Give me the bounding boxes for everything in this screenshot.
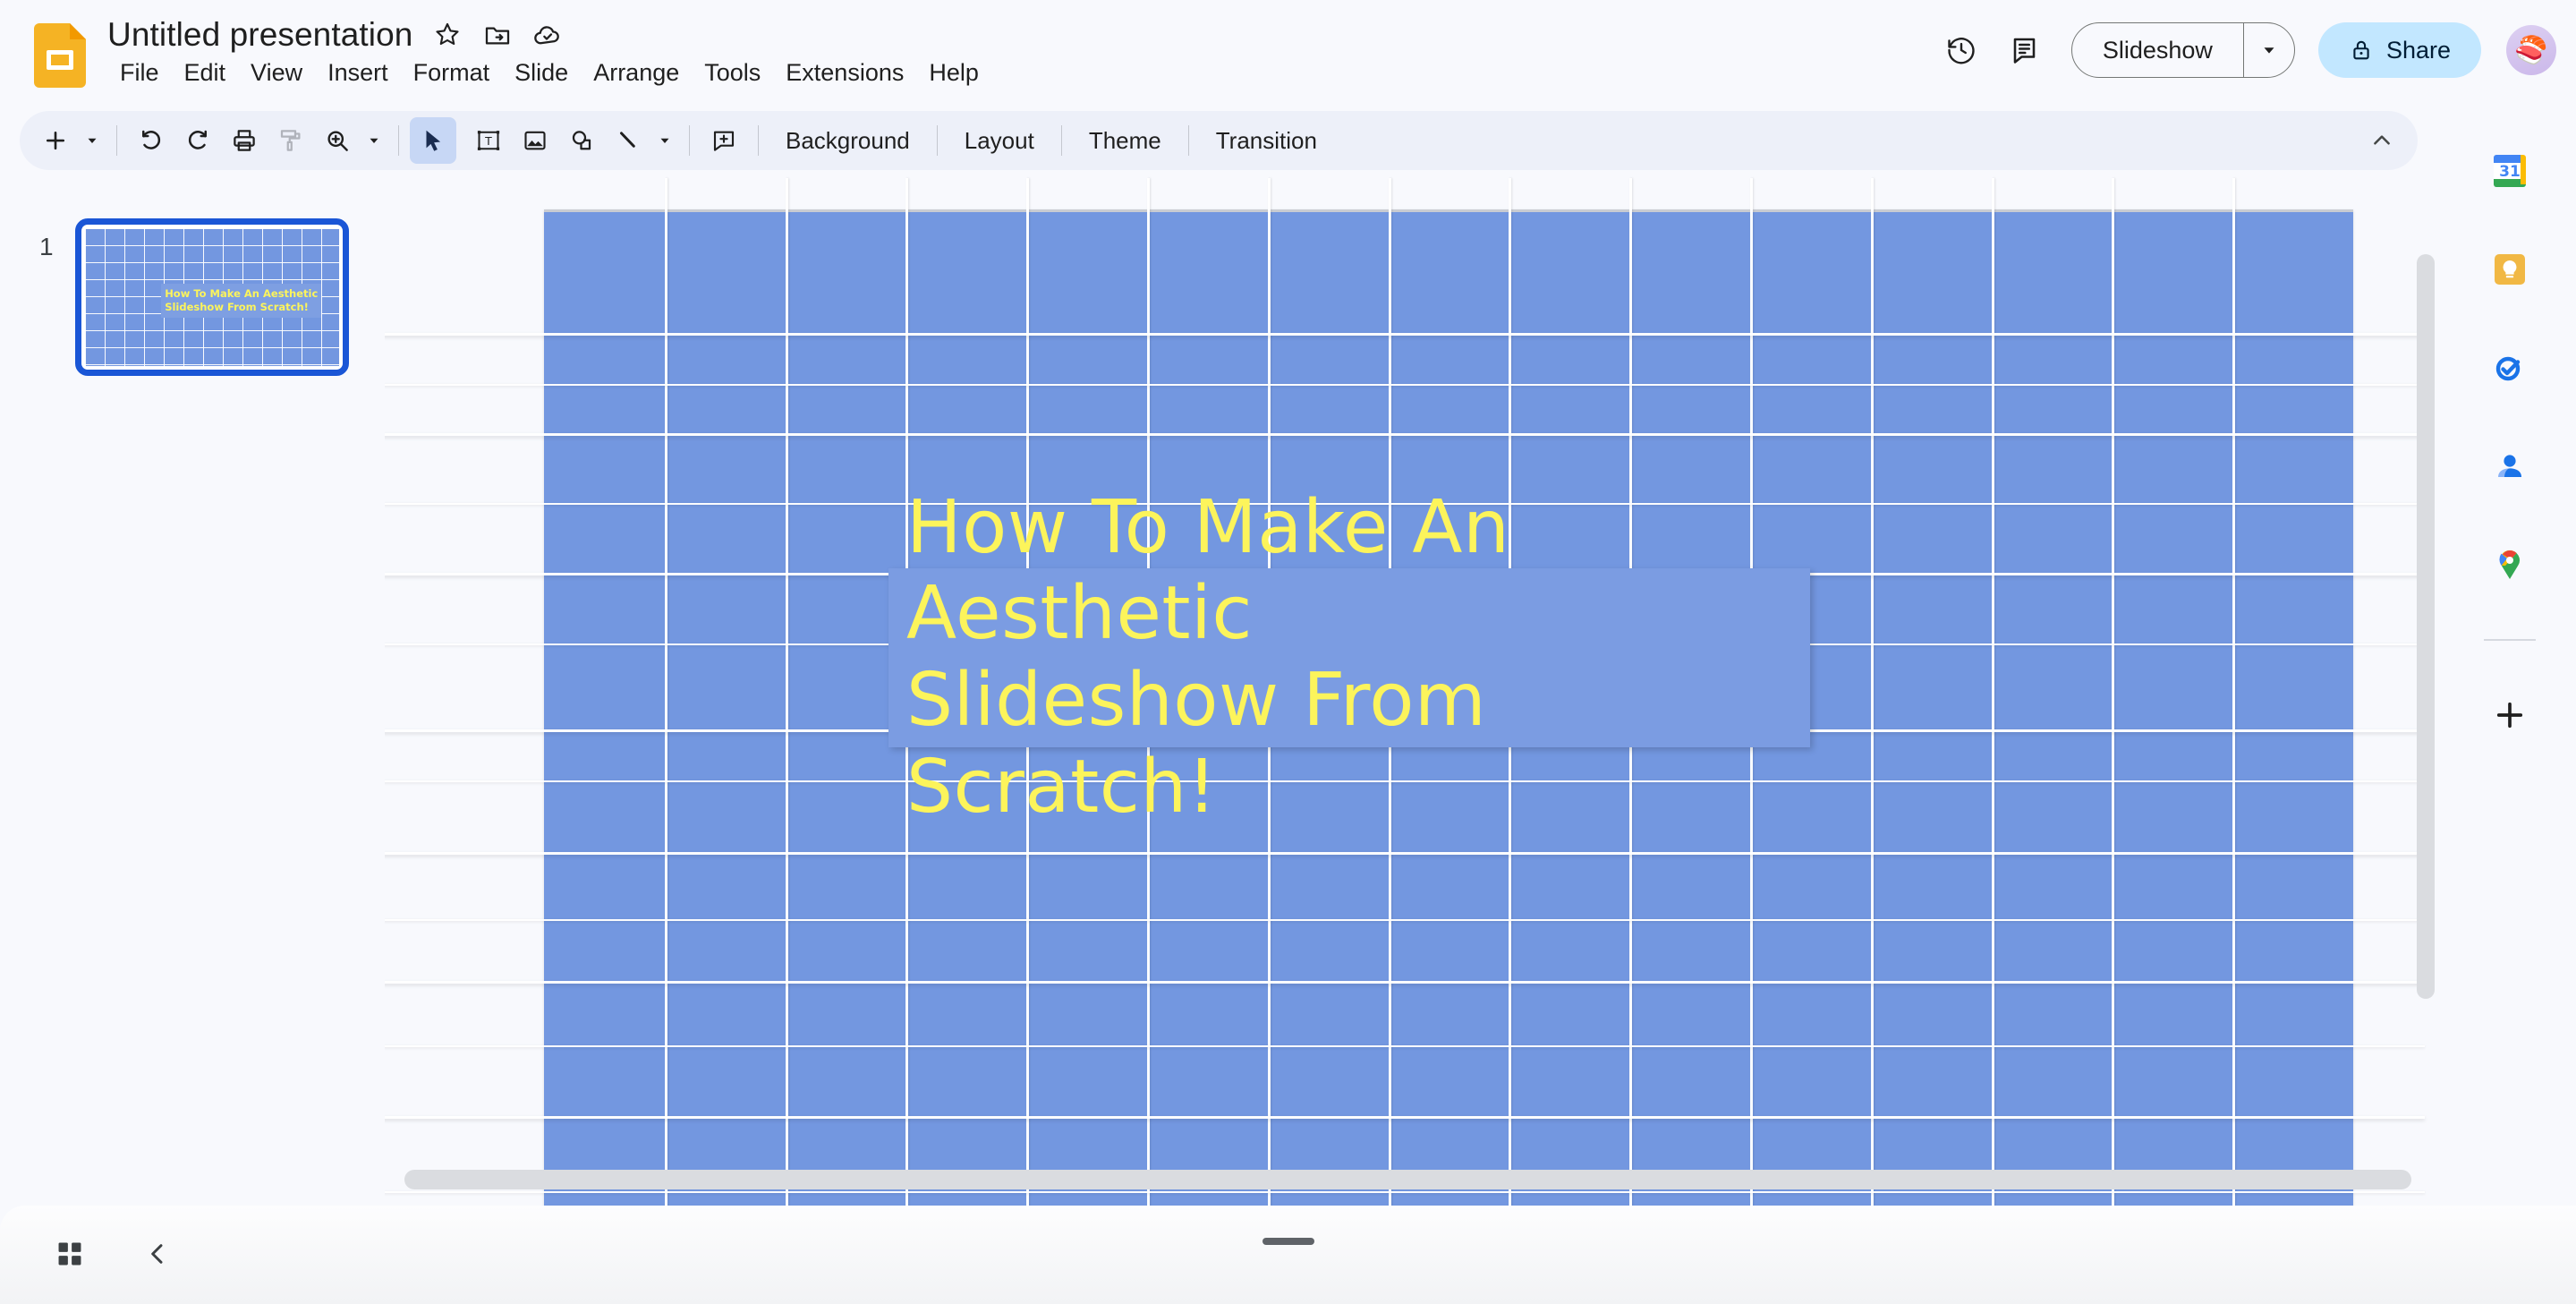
zoom-button[interactable] [314,117,361,164]
slide-filmstrip: 1 How To Make An Aesthetic Slideshow Fro… [0,175,385,1206]
menu-item-extensions[interactable]: Extensions [773,55,916,90]
toolbar-divider [1060,125,1062,156]
comment-history-icon[interactable] [2002,26,2050,74]
horizontal-scrollbar[interactable] [404,1170,2411,1189]
toolbar-divider [1187,125,1189,156]
menu-item-slide[interactable]: Slide [502,55,581,90]
toolbar-divider [689,125,690,156]
google-maps-icon[interactable] [2486,541,2534,589]
grid-line-horizontal [385,384,2425,386]
toolbar-divider [936,125,938,156]
add-addon-icon[interactable] [2486,691,2534,739]
cloud-saved-icon[interactable] [532,20,563,50]
toolbar: T Background Layout Theme Transition [20,111,2418,170]
svg-text:T: T [484,134,492,148]
paint-format-button[interactable] [268,117,314,164]
menu-item-help[interactable]: Help [916,55,991,90]
menu-item-file[interactable]: File [107,55,172,90]
toolbar-divider [758,125,759,156]
slide-canvas-area[interactable]: How To Make An Aesthetic Slideshow From … [385,175,2444,1206]
grid-line-horizontal [385,1191,2425,1193]
insert-image-button[interactable] [512,117,558,164]
add-comment-icon[interactable] [701,117,747,164]
slide-number: 1 [39,233,54,260]
grid-line-horizontal [385,1116,2425,1119]
slide-title-text: How To Make An Aesthetic Slideshow From … [906,484,1510,830]
redo-button[interactable] [174,117,221,164]
star-icon[interactable] [432,20,463,50]
slideshow-group: Slideshow [2070,22,2295,78]
chevron-down-icon[interactable] [2244,23,2294,77]
side-panel-divider [2484,639,2536,641]
title-row: Untitled presentation [107,16,563,54]
google-calendar-icon[interactable]: 31 [2486,147,2534,195]
share-button[interactable]: Share [2317,22,2481,78]
grid-line-horizontal [385,981,2425,984]
grid-line-horizontal [385,333,2425,336]
grid-line-horizontal [385,919,2425,921]
slide-thumbnail-canvas: How To Make An Aesthetic Slideshow From … [85,228,339,366]
slides-logo-icon [34,23,86,88]
slide-editor-canvas[interactable]: How To Make An Aesthetic Slideshow From … [385,178,2425,1206]
theme-button[interactable]: Theme [1073,120,1177,162]
menu-item-edit[interactable]: Edit [172,55,239,90]
menu-item-view[interactable]: View [238,55,315,90]
line-button[interactable] [605,117,651,164]
slide-title-textbox[interactable]: How To Make An Aesthetic Slideshow From … [888,485,1810,830]
layout-button[interactable]: Layout [948,120,1050,162]
avatar-glyph: 🍣 [2514,35,2548,65]
text-box-button[interactable]: T [465,117,512,164]
top-bar: Untitled presentation File Edit View Ins… [0,0,2576,106]
top-right-actions: Slideshow Share 🍣 [1937,7,2556,93]
grid-line-horizontal [385,433,2425,436]
grid-line-horizontal [385,852,2425,855]
chevron-up-icon[interactable] [2359,117,2405,164]
google-keep-icon[interactable] [2486,245,2534,294]
grid-line-horizontal [385,1045,2425,1047]
page-title[interactable]: Untitled presentation [107,16,412,54]
svg-text:31: 31 [2499,163,2521,181]
menu-item-insert[interactable]: Insert [315,55,401,90]
shape-button[interactable] [558,117,605,164]
background-button[interactable]: Background [769,120,926,162]
select-tool-button[interactable] [410,117,456,164]
transition-button[interactable]: Transition [1200,120,1333,162]
google-apps-side-panel: 31 [2444,116,2576,1304]
slide-thumbnail[interactable]: How To Make An Aesthetic Slideshow From … [75,218,349,376]
toolbar-divider [116,125,117,156]
list-item[interactable]: 1 How To Make An Aesthetic Slideshow Fro… [0,193,385,381]
menu-item-tools[interactable]: Tools [692,55,773,90]
new-slide-caret[interactable] [79,117,106,164]
move-to-folder-icon[interactable] [482,20,513,50]
new-slide-button[interactable] [32,117,79,164]
share-button-label: Share [2385,36,2451,64]
toolbar-divider [398,125,399,156]
line-caret[interactable] [651,117,678,164]
thumbnail-title-text: How To Make An Aesthetic Slideshow From … [161,283,322,318]
grid-view-icon[interactable] [45,1229,95,1279]
lock-icon [2349,38,2374,63]
avatar[interactable]: 🍣 [2506,25,2556,75]
vertical-scrollbar[interactable] [2417,254,2435,999]
menu-bar: File Edit View Insert Format Slide Arran… [107,55,991,90]
zoom-caret[interactable] [361,117,387,164]
undo-button[interactable] [128,117,174,164]
google-contacts-icon[interactable] [2486,442,2534,490]
slideshow-button[interactable]: Slideshow [2072,23,2244,77]
menu-item-format[interactable]: Format [401,55,503,90]
bottom-bar [0,1206,2576,1304]
print-button[interactable] [221,117,268,164]
menu-item-arrange[interactable]: Arrange [581,55,692,90]
speaker-notes-resize-handle[interactable] [1262,1238,1314,1245]
google-tasks-icon[interactable] [2486,344,2534,392]
chevron-left-icon[interactable] [132,1229,183,1279]
version-history-icon[interactable] [1937,26,1985,74]
